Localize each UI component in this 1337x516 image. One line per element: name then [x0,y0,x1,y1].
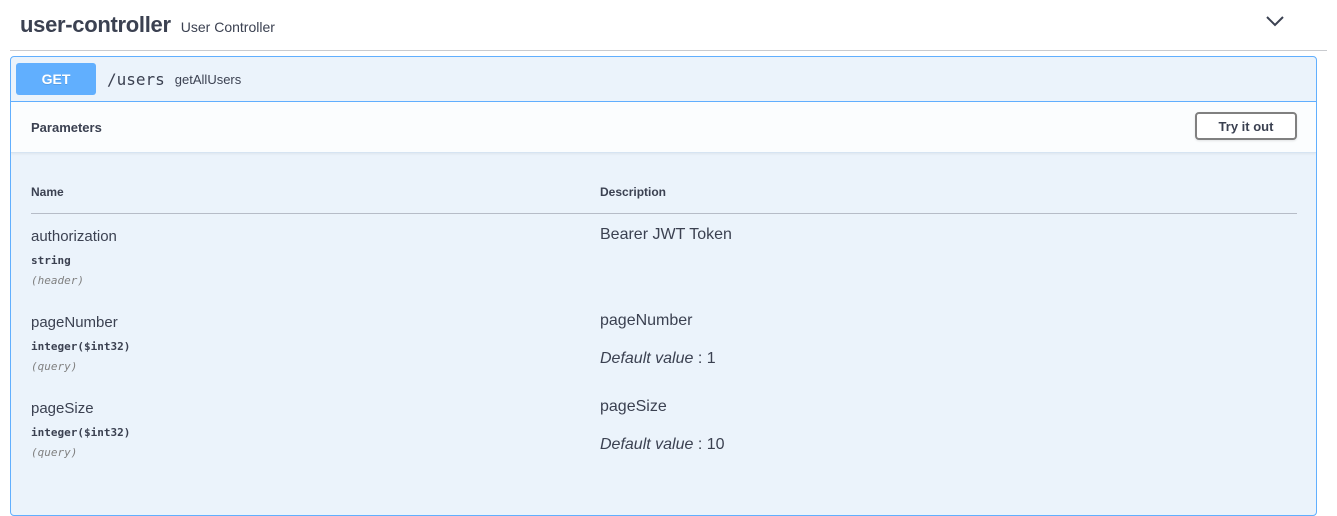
parameter-description: pageNumber [600,312,693,329]
parameters-table-header: Name Description [31,153,1297,214]
parameter-type: integer($int32) [31,426,131,439]
parameter-description: pageSize [600,398,667,415]
parameter-row: pageNumber integer($int32) (query) pageN… [31,300,1297,386]
parameter-default: Default value : 1 [600,350,716,368]
operation-path: /users [107,69,165,89]
parameter-type: integer($int32) [31,340,131,353]
parameter-default: Default value : 10 [600,436,725,454]
tag-header[interactable]: user-controller User Controller [10,0,1327,51]
method-badge: GET [16,63,96,95]
parameter-row: authorization string (header) Bearer JWT… [31,214,1297,300]
parameters-table: Name Description authorization string (h… [31,153,1297,472]
parameter-type: string [31,254,71,267]
parameter-description: Bearer JWT Token [600,226,732,243]
parameter-name: pageNumber [31,314,118,331]
name-column-header: Name [31,185,64,199]
chevron-down-icon[interactable] [1265,13,1285,29]
default-value-label: Default value [600,436,694,453]
parameter-location: (query) [31,446,78,459]
description-column-header: Description [600,185,667,199]
parameters-title: Parameters [31,119,102,135]
tag-description: User Controller [180,18,275,35]
try-it-out-button[interactable]: Try it out [1195,112,1297,140]
parameter-location: (query) [31,360,78,373]
tag-name: user-controller [20,12,171,37]
operation-summary[interactable]: GET /users getAllUsers [11,57,1316,102]
operation-summary-text: getAllUsers [174,71,242,87]
default-value: : 10 [693,436,725,453]
parameter-name: pageSize [31,400,94,417]
operation-block: GET /users getAllUsers Parameters Try it… [10,56,1317,516]
default-value: : 1 [693,350,716,367]
default-value-label: Default value [600,350,694,367]
parameter-location: (header) [31,274,84,287]
parameter-name: authorization [31,228,117,245]
parameters-section-header: Parameters Try it out [11,102,1316,153]
parameter-row: pageSize integer($int32) (query) pageSiz… [31,386,1297,472]
